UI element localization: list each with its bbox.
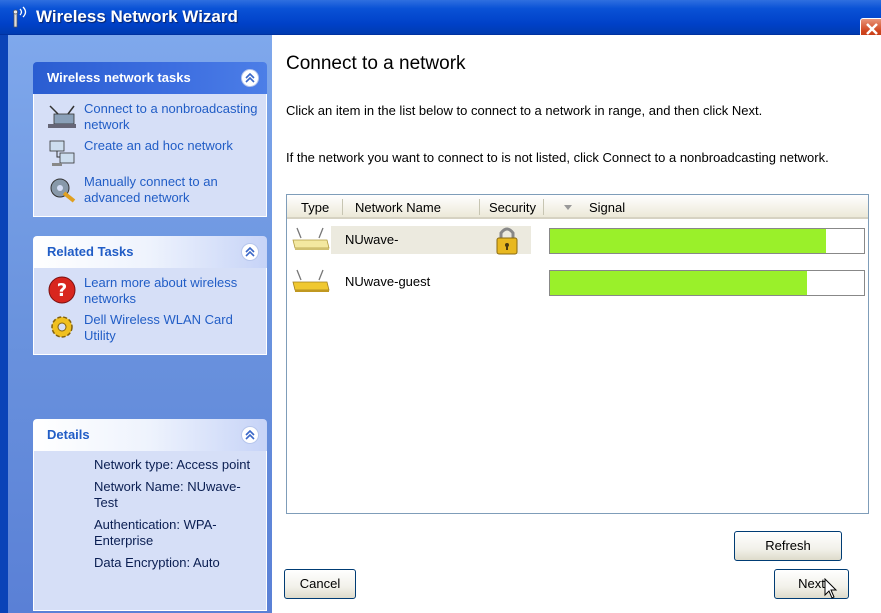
panel-title: Details xyxy=(47,427,90,442)
svg-text:?: ? xyxy=(57,280,67,301)
wireless-tasks-body: Connect to a nonbroadcasting network Cre… xyxy=(33,94,267,217)
ad-hoc-network-icon xyxy=(46,137,78,169)
task-label: Dell Wireless WLAN Card Utility xyxy=(84,312,233,343)
details-panel: Details Network type: Access point Netwo… xyxy=(33,419,267,611)
task-dell-utility[interactable]: Dell Wireless WLAN Card Utility xyxy=(46,311,258,344)
signal-strength-fill xyxy=(550,229,827,253)
title-bar[interactable]: Wireless Network Wizard xyxy=(0,0,881,40)
main-content: Connect to a network Click an item in th… xyxy=(272,35,881,613)
detail-network-name: Network Name: NUwave-Test xyxy=(94,479,241,510)
list-header: Type Network Name Security Signal xyxy=(287,195,868,219)
lock-icon xyxy=(494,225,520,260)
signal-strength-bar xyxy=(549,270,865,296)
advanced-network-gear-icon xyxy=(46,173,78,205)
panel-title: Wireless network tasks xyxy=(47,70,191,85)
collapse-chevron-icon[interactable] xyxy=(241,426,259,444)
wizard-window: Wireless Network Wizard Wireless network… xyxy=(0,0,881,613)
related-tasks-panel: Related Tasks ? Learn more about wireles… xyxy=(33,236,267,355)
task-create-ad-hoc[interactable]: Create an ad hoc network xyxy=(46,137,258,169)
column-divider[interactable] xyxy=(342,199,343,215)
detail-network-type: Network type: Access point xyxy=(94,457,251,472)
column-header-security[interactable]: Security xyxy=(489,200,536,215)
wireless-router-icon xyxy=(291,268,331,297)
collapse-chevron-icon[interactable] xyxy=(241,243,259,261)
task-label: Manually connect to an advanced network xyxy=(84,174,218,205)
wireless-tasks-header[interactable]: Wireless network tasks xyxy=(33,62,267,94)
task-manual-connect[interactable]: Manually connect to an advanced network xyxy=(46,173,258,206)
window-title: Wireless Network Wizard xyxy=(36,7,238,26)
refresh-button[interactable]: Refresh xyxy=(734,531,842,561)
column-header-type[interactable]: Type xyxy=(301,200,329,215)
signal-strength-bar xyxy=(549,228,865,254)
task-learn-more[interactable]: ? Learn more about wireless networks xyxy=(46,274,258,307)
network-connect-icon xyxy=(46,100,78,132)
network-name: NUwave- xyxy=(345,232,399,247)
close-icon xyxy=(866,23,878,35)
task-label: Create an ad hoc network xyxy=(84,138,233,153)
detail-authentication: Authentication: WPA-Enterprise xyxy=(94,517,217,548)
column-header-signal[interactable]: Signal xyxy=(589,200,625,215)
task-connect-nonbroadcasting[interactable]: Connect to a nonbroadcasting network xyxy=(46,100,258,133)
task-pane: Wireless network tasks Connect to a nonb… xyxy=(0,35,272,613)
column-divider[interactable] xyxy=(543,199,544,215)
network-row[interactable]: NUwave- xyxy=(287,223,868,257)
related-tasks-header[interactable]: Related Tasks xyxy=(33,236,267,268)
network-name: NUwave-guest xyxy=(345,274,431,289)
page-title: Connect to a network xyxy=(286,53,466,74)
mouse-cursor-icon xyxy=(824,577,838,603)
column-divider[interactable] xyxy=(479,199,480,215)
related-tasks-body: ? Learn more about wireless networks Del… xyxy=(33,268,267,355)
task-label: Learn more about wireless networks xyxy=(84,275,238,306)
column-header-name[interactable]: Network Name xyxy=(355,200,441,215)
detail-encryption: Data Encryption: Auto xyxy=(94,555,220,570)
details-header[interactable]: Details xyxy=(33,419,267,451)
sort-descending-icon[interactable] xyxy=(563,200,573,215)
details-body: Network type: Access point Network Name:… xyxy=(33,451,267,611)
signal-strength-fill xyxy=(550,271,808,295)
task-label: Connect to a nonbroadcasting network xyxy=(84,101,258,132)
wireless-antenna-icon xyxy=(8,5,32,29)
wireless-tasks-panel: Wireless network tasks Connect to a nonb… xyxy=(33,62,267,217)
network-list[interactable]: Type Network Name Security Signal NUwave… xyxy=(286,194,869,514)
gear-icon xyxy=(46,311,78,343)
help-icon: ? xyxy=(46,274,78,306)
panel-title: Related Tasks xyxy=(47,244,134,259)
cancel-button[interactable]: Cancel xyxy=(284,569,356,599)
instruction-text-secondary: If the network you want to connect to is… xyxy=(286,150,829,165)
instruction-text: Click an item in the list below to conne… xyxy=(286,103,763,118)
collapse-chevron-icon[interactable] xyxy=(241,69,259,87)
wireless-router-icon xyxy=(291,226,331,255)
network-row[interactable]: NUwave-guest xyxy=(287,265,868,299)
